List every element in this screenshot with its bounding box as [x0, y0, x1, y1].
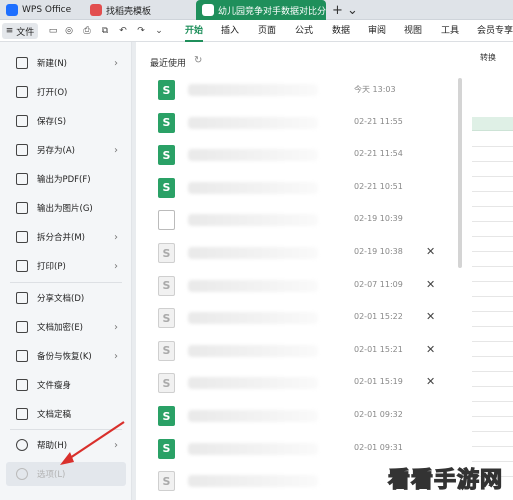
arrow-head: [60, 452, 74, 465]
watermark-text: 看看手游网: [387, 467, 504, 493]
arrow-shaft: [69, 421, 125, 459]
annotation-arrow: [60, 421, 125, 465]
